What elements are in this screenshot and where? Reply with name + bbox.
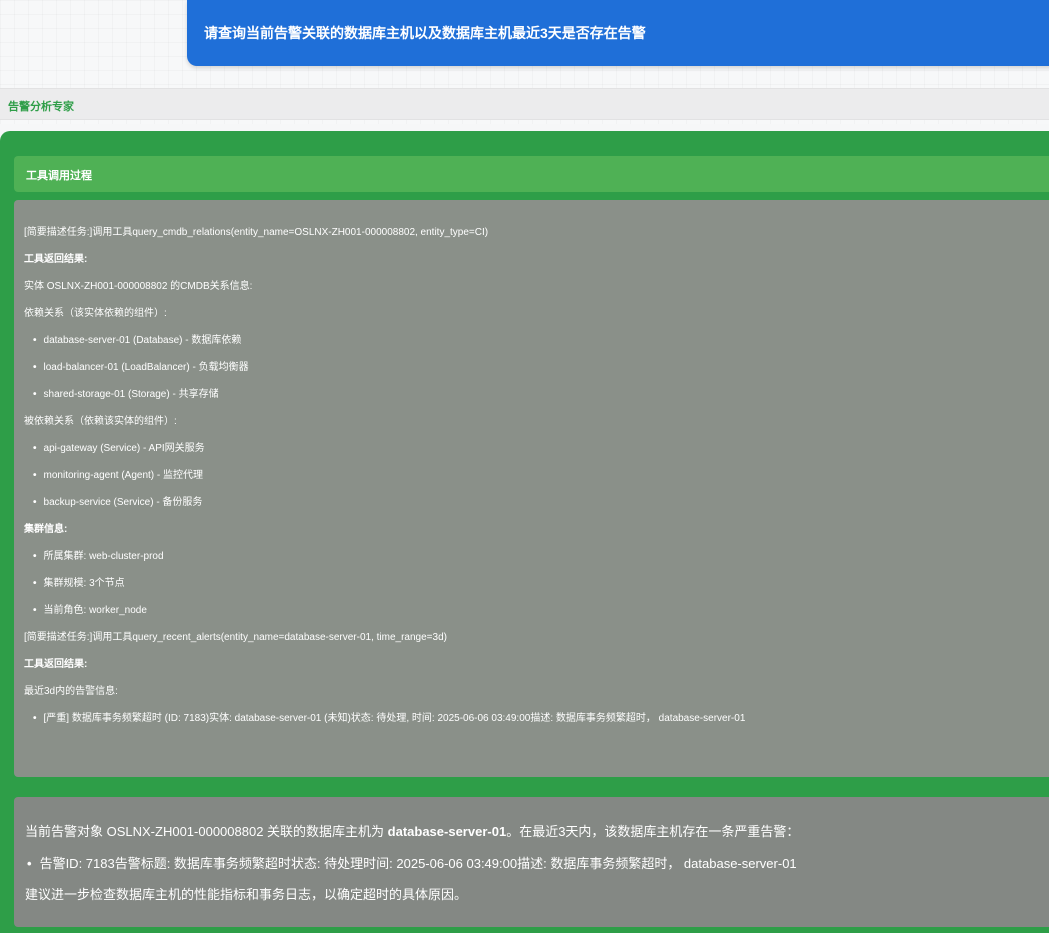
tool-call-line: [简要描述任务:]调用工具query_cmdb_relations(entity… bbox=[24, 227, 489, 238]
list-item: 所属集群: web-cluster-prod bbox=[33, 547, 164, 562]
list-item: 集群规模: 3个节点 bbox=[33, 574, 125, 589]
tool-process-header[interactable]: 工具调用过程 bbox=[14, 156, 1049, 192]
dependent-heading: 被依赖关系（依赖该实体的组件）: bbox=[24, 416, 177, 427]
list-item: backup-service (Service) - 备份服务 bbox=[33, 493, 203, 508]
answer-advice: 建议进一步检查数据库主机的性能指标和事务日志，以确定超时的具体原因。 bbox=[25, 887, 468, 902]
answer-alert-item: 告警ID: 7183告警标题: 数据库事务频繁超时状态: 待处理时间: 2025… bbox=[27, 853, 797, 872]
tool-call-line: [简要描述任务:]调用工具query_recent_alerts(entity_… bbox=[24, 632, 447, 643]
user-message-bubble: 请查询当前告警关联的数据库主机以及数据库主机最近3天是否存在告警 bbox=[187, 0, 1049, 66]
answer-summary-prefix: 当前告警对象 OSLNX-ZH001-000008802 关联的数据库主机为 bbox=[25, 824, 388, 839]
user-message-text: 请查询当前告警关联的数据库主机以及数据库主机最近3天是否存在告警 bbox=[204, 25, 646, 41]
agent-header: 告警分析专家 bbox=[0, 88, 1049, 120]
alert-list-item: [严重] 数据库事务频繁超时 (ID: 7183)实体: database-se… bbox=[33, 709, 746, 724]
list-item: database-server-01 (Database) - 数据库依赖 bbox=[33, 331, 242, 346]
tool-process-title: 工具调用过程 bbox=[26, 170, 92, 182]
agent-name: 告警分析专家 bbox=[8, 101, 74, 113]
dependency-heading: 依赖关系（该实体依赖的组件）: bbox=[24, 308, 167, 319]
recent-alerts-heading: 最近3d内的告警信息: bbox=[24, 686, 118, 697]
answer-host-name: database-server-01 bbox=[387, 824, 507, 839]
list-item: 当前角色: worker_node bbox=[33, 601, 147, 616]
list-item: shared-storage-01 (Storage) - 共享存储 bbox=[33, 385, 219, 400]
list-item: api-gateway (Service) - API网关服务 bbox=[33, 439, 205, 454]
cmdb-entity-heading: 实体 OSLNX-ZH001-000008802 的CMDB关系信息: bbox=[24, 281, 253, 292]
list-item: load-balancer-01 (LoadBalancer) - 负载均衡器 bbox=[33, 358, 249, 373]
tool-process-body: [简要描述任务:]调用工具query_cmdb_relations(entity… bbox=[14, 200, 1049, 777]
tool-result-label: 工具返回结果: bbox=[24, 254, 88, 265]
answer-summary-suffix: 。在最近3天内，该数据库主机存在一条严重告警： bbox=[506, 824, 800, 839]
cluster-heading: 集群信息: bbox=[24, 524, 68, 535]
tool-result-label: 工具返回结果: bbox=[24, 659, 88, 670]
list-item: monitoring-agent (Agent) - 监控代理 bbox=[33, 466, 204, 481]
answer-summary: 当前告警对象 OSLNX-ZH001-000008802 关联的数据库主机为 d… bbox=[25, 821, 799, 840]
chat-page: 请查询当前告警关联的数据库主机以及数据库主机最近3天是否存在告警 告警分析专家 … bbox=[0, 0, 1049, 933]
final-answer-box: 当前告警对象 OSLNX-ZH001-000008802 关联的数据库主机为 d… bbox=[14, 797, 1049, 927]
